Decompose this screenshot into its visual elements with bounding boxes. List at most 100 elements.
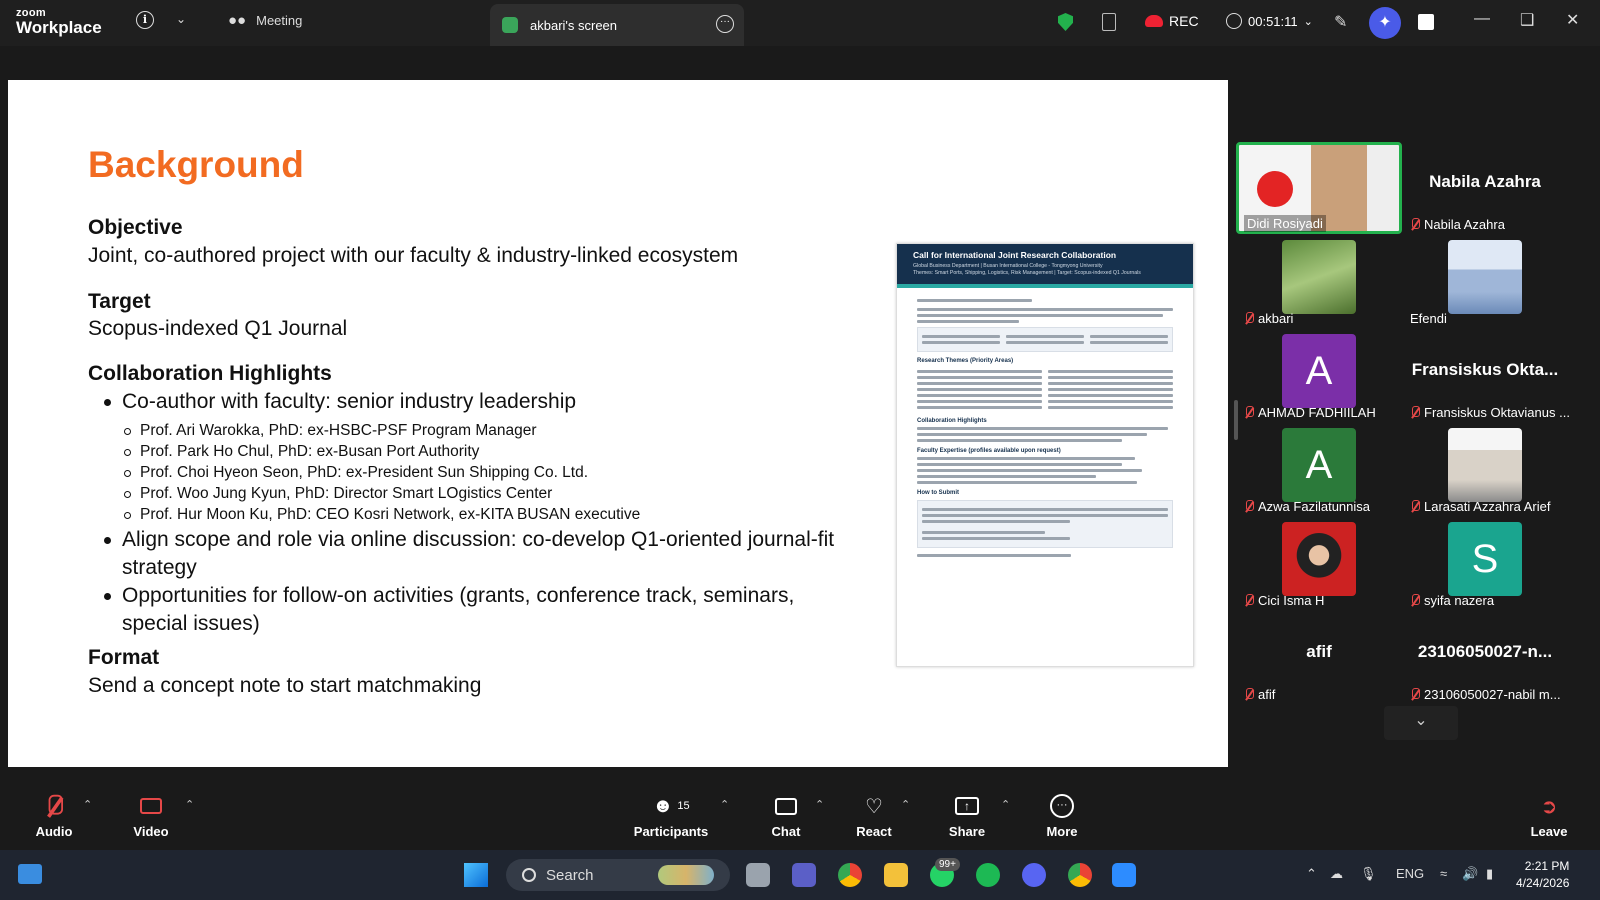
mic-muted-icon <box>1410 594 1420 607</box>
format-heading: Format <box>88 646 160 669</box>
mic-muted-icon <box>1410 406 1420 419</box>
sub-bullet: Prof. Hur Moon Ku, PhD: CEO Kosri Networ… <box>124 506 640 524</box>
leave-button[interactable]: ➲ Leave <box>1504 792 1594 840</box>
chevron-down-icon: ⌄ <box>1303 15 1313 28</box>
shared-slide: Background Objective Joint, co-authored … <box>8 80 1228 767</box>
mic-muted-icon <box>1410 688 1420 701</box>
view-layout-icon[interactable] <box>1418 14 1434 30</box>
clock-icon <box>1226 13 1242 29</box>
video-options-caret[interactable]: ⌃ <box>185 798 194 811</box>
participants-button[interactable]: ☻ 15 Participants <box>626 792 716 840</box>
share-button[interactable]: ↑ Share <box>922 792 1012 839</box>
title-bar: zoom Workplace i ⌄ ●● Meeting akbari's s… <box>0 0 1600 46</box>
widgets-icon[interactable] <box>18 864 42 884</box>
chat-options-caret[interactable]: ⌃ <box>815 798 824 811</box>
participant-tile[interactable]: A AHMAD FADHIILAH <box>1236 330 1402 422</box>
audio-options-caret[interactable]: ⌃ <box>83 798 92 811</box>
onedrive-icon[interactable]: ☁ <box>1330 866 1343 882</box>
gallery-next-page-button[interactable]: ⌄ <box>1384 706 1458 740</box>
doc-header: Call for International Joint Research Co… <box>897 244 1193 288</box>
participant-tile[interactable]: Efendi <box>1402 236 1568 328</box>
sub-bullet: Prof. Woo Jung Kyun, PhD: Director Smart… <box>124 485 552 503</box>
format-text: Send a concept note to start matchmaking <box>88 674 482 697</box>
react-options-caret[interactable]: ⌃ <box>901 798 910 811</box>
video-button[interactable]: Video <box>106 792 196 839</box>
chevron-down-icon[interactable]: ⌄ <box>176 12 186 26</box>
security-shield-icon[interactable] <box>1058 13 1073 31</box>
objective-heading: Objective <box>88 216 183 239</box>
participant-tile[interactable]: Nabila Azahra Nabila Azahra <box>1402 142 1568 234</box>
recording-indicator[interactable]: REC <box>1145 13 1199 29</box>
bullet-opportunities: Opportunities for follow-on activities (… <box>104 582 864 638</box>
bullet-align-scope: Align scope and role via online discussi… <box>104 526 864 582</box>
sub-bullet: Prof. Choi Hyeon Seon, PhD: ex-President… <box>124 464 588 482</box>
annotate-pen-icon[interactable]: ✎ <box>1334 12 1347 32</box>
participant-tile[interactable]: Larasati Azzahra Arief <box>1402 424 1568 516</box>
participant-tile[interactable]: Fransiskus Okta... Fransiskus Oktavianus… <box>1402 330 1570 422</box>
battery-icon[interactable]: ▮ <box>1486 866 1493 882</box>
chrome-profile-icon[interactable] <box>1068 863 1092 887</box>
call-for-collaboration-document: Call for International Joint Research Co… <box>896 243 1194 667</box>
participant-avatar: S <box>1448 522 1522 596</box>
discord-icon[interactable] <box>1022 863 1046 887</box>
taskbar-search[interactable]: Search <box>506 859 730 891</box>
video-off-icon <box>106 792 196 820</box>
people-icon: ●● <box>228 12 247 29</box>
microphone-icon[interactable]: 🎙 <box>1360 866 1377 882</box>
restore-icon[interactable]: ❑ <box>1520 10 1534 30</box>
wifi-icon[interactable]: ≈ <box>1440 866 1447 881</box>
chrome-icon[interactable] <box>838 863 862 887</box>
participant-tile[interactable]: 23106050027-n... 23106050027-nabil m... <box>1402 612 1568 704</box>
mic-muted-icon <box>1244 312 1254 325</box>
teams-icon[interactable] <box>792 863 816 887</box>
more-options-icon[interactable]: ··· <box>716 15 734 33</box>
participant-tile[interactable]: Didi Rosiyadi <box>1236 142 1402 234</box>
participants-icon: ☻ 15 <box>652 794 690 817</box>
mic-muted-icon <box>1244 594 1254 607</box>
zoom-logo: zoom Workplace <box>16 7 102 37</box>
search-icon <box>522 868 536 882</box>
share-screen-icon: ↑ <box>922 792 1012 820</box>
minimize-icon[interactable]: — <box>1474 10 1490 28</box>
notes-icon[interactable] <box>1102 13 1116 31</box>
cloud-record-icon <box>1145 15 1163 27</box>
slide-title: Background <box>88 144 304 185</box>
meeting-timer[interactable]: 00:51:11 ⌄ <box>1226 13 1313 29</box>
file-explorer-icon[interactable] <box>884 863 908 887</box>
task-view-icon[interactable] <box>746 863 770 887</box>
mic-muted-icon <box>1410 218 1420 231</box>
participant-video <box>1448 428 1522 502</box>
zoom-taskbar-icon[interactable] <box>1112 863 1136 887</box>
participant-tile[interactable]: S syifa nazera <box>1402 518 1568 610</box>
doc-body: Research Themes (Priority Areas) Collabo… <box>897 288 1193 568</box>
participant-tile[interactable]: afif afif <box>1236 612 1402 704</box>
windows-start-icon[interactable] <box>464 863 488 887</box>
close-icon[interactable]: ✕ <box>1566 10 1579 30</box>
volume-icon[interactable]: 🔊 <box>1462 866 1478 882</box>
participants-gallery: Didi Rosiyadi Nabila Azahra Nabila Azahr… <box>1236 132 1600 742</box>
input-language[interactable]: ENG <box>1396 866 1424 881</box>
meeting-info-icon[interactable]: i <box>136 11 154 29</box>
notification-badge: 99+ <box>935 858 960 871</box>
tab-shared-screen[interactable]: akbari's screen ··· <box>490 4 744 46</box>
spotify-icon[interactable] <box>976 863 1000 887</box>
leave-door-icon: ➲ <box>1540 795 1558 818</box>
mic-muted-icon <box>1244 406 1254 419</box>
search-highlight-icon <box>658 865 714 885</box>
more-dots-icon: ··· <box>1017 792 1107 820</box>
ai-companion-icon[interactable]: ✦ <box>1369 7 1401 39</box>
mic-muted-icon <box>1244 688 1254 701</box>
tray-overflow-icon[interactable]: ⌃ <box>1306 866 1317 882</box>
participant-video <box>1282 522 1356 596</box>
mic-muted-icon <box>1410 500 1420 513</box>
participant-tile[interactable]: A Azwa Fazilatunnisa <box>1236 424 1402 516</box>
share-options-caret[interactable]: ⌃ <box>1001 798 1010 811</box>
participant-tile[interactable]: Cici Isma H <box>1236 518 1402 610</box>
sub-bullet: Prof. Park Ho Chul, PhD: ex-Busan Port A… <box>124 443 479 461</box>
system-clock[interactable]: 2:21 PM 4/24/2026 <box>1516 858 1569 892</box>
tab-meeting[interactable]: ●● Meeting <box>228 12 302 29</box>
participant-tile[interactable]: akbari <box>1236 236 1402 328</box>
participants-options-caret[interactable]: ⌃ <box>720 798 729 811</box>
collab-heading: Collaboration Highlights <box>88 362 332 385</box>
more-button[interactable]: ··· More <box>1017 792 1107 839</box>
